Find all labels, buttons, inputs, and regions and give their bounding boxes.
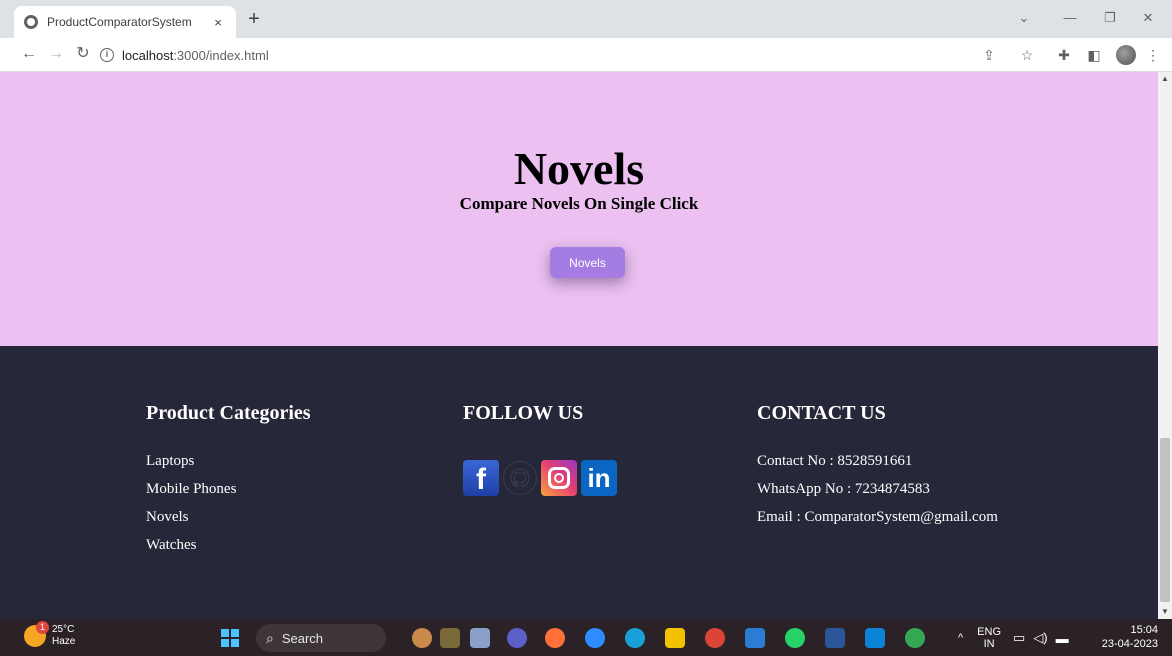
instagram-icon[interactable]	[541, 460, 577, 496]
network-icon[interactable]: ▭	[1013, 630, 1025, 646]
minimize-button[interactable]: —	[1060, 10, 1080, 25]
menu-kebab-icon[interactable]: ⋮	[1144, 47, 1162, 63]
categories-heading: Product Categories	[146, 402, 311, 424]
close-window-button[interactable]: ✕	[1138, 10, 1158, 26]
browser-tab-strip: ProductComparatorSystem × + ⌄ — ❐ ✕	[0, 0, 1172, 38]
edge-icon[interactable]	[625, 628, 645, 648]
category-link-mobile-phones[interactable]: Mobile Phones	[146, 475, 236, 503]
side-panel-icon[interactable]: ◧	[1085, 47, 1103, 63]
system-tray: ^ ENG IN ▭ ◁) ▬	[958, 623, 1069, 653]
contact-heading: CONTACT US	[757, 402, 886, 424]
battery-icon[interactable]: ▬	[1056, 631, 1069, 646]
back-button[interactable]: ←	[20, 45, 38, 63]
category-link-novels[interactable]: Novels	[146, 503, 236, 531]
hero-section: Novels Compare Novels On Single Click No…	[0, 72, 1158, 346]
contact-list: Contact No : 8528591661 WhatsApp No : 72…	[757, 447, 998, 531]
linkedin-icon[interactable]: in	[581, 460, 617, 496]
reload-button[interactable]: ↻	[74, 45, 92, 63]
chrome-active-icon[interactable]	[905, 628, 925, 648]
address-bar[interactable]: i localhost:3000/index.html	[100, 42, 980, 68]
tab-close-button[interactable]: ×	[210, 15, 226, 30]
category-link-watches[interactable]: Watches	[146, 531, 236, 559]
widgets-app-icon[interactable]	[412, 628, 432, 648]
follow-heading: FOLLOW US	[463, 402, 584, 424]
facebook-icon[interactable]: f	[463, 460, 499, 496]
mail-icon[interactable]	[745, 628, 765, 648]
footer: Product Categories Laptops Mobile Phones…	[0, 346, 1158, 619]
extensions-puzzle-icon[interactable]: ✚	[1055, 47, 1073, 63]
bookmark-star-icon[interactable]: ☆	[1018, 47, 1036, 63]
site-info-icon[interactable]: i	[100, 48, 114, 62]
clock-time: 15:04	[1130, 624, 1158, 636]
app-icon-1[interactable]	[440, 628, 460, 648]
search-label: Search	[281, 630, 324, 646]
scroll-up-arrow-icon[interactable]: ▲	[1158, 72, 1172, 86]
categories-list: Laptops Mobile Phones Novels Watches	[146, 447, 236, 559]
browser-toolbar: ← → ↻ i localhost:3000/index.html ⇪ ☆ ✚ …	[0, 38, 1172, 72]
lang-bottom: IN	[983, 638, 995, 650]
tab-title: ProductComparatorSystem	[47, 15, 192, 29]
language-indicator[interactable]: ENG IN	[977, 626, 1001, 650]
weather-description: Haze	[52, 636, 76, 647]
volume-icon[interactable]: ◁)	[1033, 630, 1047, 646]
url-host: localhost	[122, 47, 174, 63]
github-icon-glyph	[510, 468, 530, 488]
profile-avatar[interactable]	[1116, 45, 1136, 65]
word-icon[interactable]	[825, 628, 845, 648]
chrome-icon[interactable]	[705, 628, 725, 648]
start-windows-icon[interactable]	[221, 629, 239, 647]
github-icon[interactable]	[503, 461, 537, 495]
novels-button[interactable]: Novels	[550, 247, 625, 278]
notification-badge: 1	[36, 621, 49, 634]
page-scrollbar[interactable]: ▲ ▼	[1158, 72, 1172, 619]
share-icon[interactable]: ⇪	[980, 47, 998, 63]
weather-temperature: 25°C	[52, 624, 75, 635]
zoom-icon[interactable]	[585, 628, 605, 648]
browser-tab[interactable]: ProductComparatorSystem ×	[14, 6, 236, 38]
file-explorer-icon[interactable]	[665, 628, 685, 648]
taskbar-search[interactable]: ⌕ Search	[256, 624, 386, 652]
clock[interactable]: 15:04 23-04-2023	[1098, 623, 1158, 651]
contact-email: Email : ComparatorSystem@gmail.com	[757, 509, 998, 525]
scroll-down-arrow-icon[interactable]: ▼	[1158, 605, 1172, 619]
firefox-icon[interactable]	[545, 628, 565, 648]
contact-whatsapp: WhatsApp No : 7234874583	[757, 481, 930, 497]
page-viewport: Novels Compare Novels On Single Click No…	[0, 72, 1158, 619]
hero-subtitle: Compare Novels On Single Click	[459, 194, 699, 213]
restore-button[interactable]: ❐	[1100, 10, 1120, 26]
whatsapp-icon[interactable]	[785, 628, 805, 648]
camera-glyph	[548, 467, 570, 489]
new-tab-button[interactable]: +	[244, 8, 264, 30]
tray-chevron-up-icon[interactable]: ^	[958, 632, 963, 644]
weather-widget[interactable]: 1 25°C Haze	[24, 621, 76, 648]
scrollbar-thumb[interactable]	[1160, 438, 1170, 602]
tab-search-chevron-icon[interactable]: ⌄	[1014, 10, 1034, 26]
weather-haze-icon: 1	[24, 621, 49, 647]
hero-title: Novels	[513, 143, 645, 194]
clock-date: 23-04-2023	[1101, 638, 1158, 650]
teams-chat-icon[interactable]	[507, 628, 527, 648]
category-link-laptops[interactable]: Laptops	[146, 447, 236, 475]
search-icon: ⌕	[266, 629, 274, 646]
url-path: :3000/index.html	[173, 47, 269, 63]
forward-button[interactable]: →	[47, 45, 65, 63]
taskbar: 1 25°C Haze ⌕ Search ^ ENG IN ▭ ◁) ▬ 15:…	[0, 619, 1172, 656]
globe-icon	[24, 15, 38, 29]
social-links: f in	[463, 460, 617, 496]
lang-top: ENG	[977, 626, 1002, 638]
vscode-icon[interactable]	[865, 628, 885, 648]
contact-phone: Contact No : 8528591661	[757, 453, 913, 469]
task-view-icon[interactable]	[470, 628, 490, 648]
